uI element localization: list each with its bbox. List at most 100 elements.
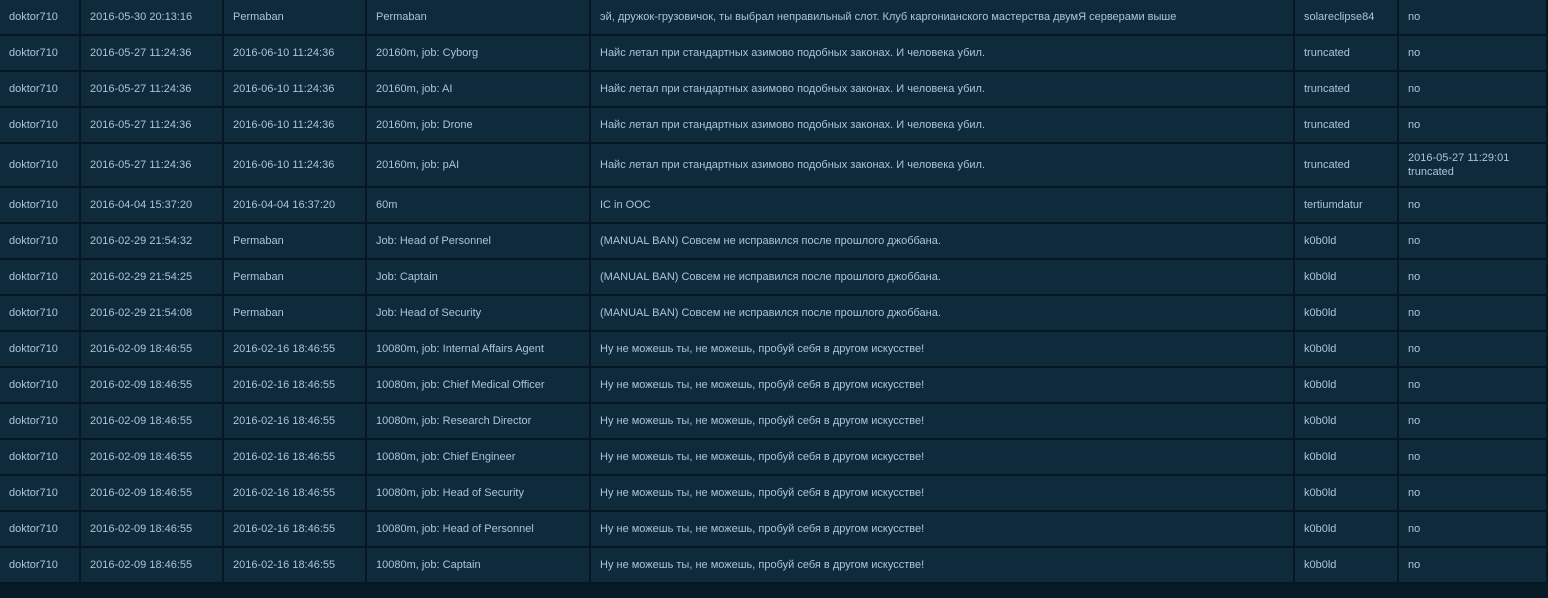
ckey-cell: doktor710 xyxy=(0,108,81,144)
bantime-cell: 2016-02-29 21:54:25 xyxy=(81,260,224,296)
ckey-cell: doktor710 xyxy=(0,440,81,476)
admin-cell: truncated xyxy=(1295,108,1399,144)
ban-type-cell: Permaban xyxy=(367,0,591,36)
ban-type-cell: 10080m, job: Research Director xyxy=(367,404,591,440)
table-row: doktor710 2016-02-09 18:46:55 2016-02-16… xyxy=(0,548,1548,584)
table-row: doktor710 2016-05-27 11:24:36 2016-06-10… xyxy=(0,72,1548,108)
expires-cell: 2016-02-16 18:46:55 xyxy=(224,404,367,440)
reason-cell: Найс летал при стандартных азимово подоб… xyxy=(591,36,1295,72)
ckey-cell: doktor710 xyxy=(0,476,81,512)
ckey-cell: doktor710 xyxy=(0,332,81,368)
table-row: doktor710 2016-02-29 21:54:32 Permaban J… xyxy=(0,224,1548,260)
bantime-cell: 2016-02-09 18:46:55 xyxy=(81,548,224,584)
reason-cell: Ну не можешь ты, не можешь, пробуй себя … xyxy=(591,440,1295,476)
table-row: doktor710 2016-02-09 18:46:55 2016-02-16… xyxy=(0,440,1548,476)
admin-cell: k0b0ld xyxy=(1295,404,1399,440)
ckey-cell: doktor710 xyxy=(0,0,81,36)
bantime-cell: 2016-05-27 11:24:36 xyxy=(81,36,224,72)
table-row: doktor710 2016-05-30 20:13:16 Permaban P… xyxy=(0,0,1548,36)
admin-cell: k0b0ld xyxy=(1295,512,1399,548)
bantime-cell: 2016-05-27 11:24:36 xyxy=(81,72,224,108)
ban-type-cell: 10080m, job: Chief Medical Officer xyxy=(367,368,591,404)
ckey-cell: doktor710 xyxy=(0,260,81,296)
bantime-cell: 2016-05-27 11:24:36 xyxy=(81,108,224,144)
admin-cell: truncated xyxy=(1295,72,1399,108)
ckey-cell: doktor710 xyxy=(0,368,81,404)
reason-cell: Ну не можешь ты, не можешь, пробуй себя … xyxy=(591,368,1295,404)
reason-cell: Ну не можешь ты, не можешь, пробуй себя … xyxy=(591,404,1295,440)
admin-cell: k0b0ld xyxy=(1295,368,1399,404)
unbanned-cell: no xyxy=(1399,404,1548,440)
ckey-cell: doktor710 xyxy=(0,72,81,108)
table-row: doktor710 2016-02-29 21:54:08 Permaban J… xyxy=(0,296,1548,332)
expires-cell: Permaban xyxy=(224,296,367,332)
table-row: doktor710 2016-02-09 18:46:55 2016-02-16… xyxy=(0,404,1548,440)
bantime-cell: 2016-02-09 18:46:55 xyxy=(81,512,224,548)
ckey-cell: doktor710 xyxy=(0,224,81,260)
ban-type-cell: 20160m, job: pAI xyxy=(367,144,591,188)
expires-cell: Permaban xyxy=(224,224,367,260)
bantime-cell: 2016-02-09 18:46:55 xyxy=(81,368,224,404)
table-row: doktor710 2016-05-27 11:24:36 2016-06-10… xyxy=(0,108,1548,144)
table-row: doktor710 2016-05-27 11:24:36 2016-06-10… xyxy=(0,36,1548,72)
table-row: doktor710 2016-02-09 18:46:55 2016-02-16… xyxy=(0,512,1548,548)
reason-cell: Ну не можешь ты, не можешь, пробуй себя … xyxy=(591,548,1295,584)
unbanned-cell: no xyxy=(1399,224,1548,260)
ban-type-cell: 10080m, job: Internal Affairs Agent xyxy=(367,332,591,368)
ban-type-cell: Job: Head of Security xyxy=(367,296,591,332)
ban-type-cell: 20160m, job: AI xyxy=(367,72,591,108)
ban-type-cell: 20160m, job: Cyborg xyxy=(367,36,591,72)
ban-type-cell: 10080m, job: Captain xyxy=(367,548,591,584)
admin-cell: k0b0ld xyxy=(1295,548,1399,584)
ckey-cell: doktor710 xyxy=(0,296,81,332)
admin-cell: solareclipse84 xyxy=(1295,0,1399,36)
bantime-cell: 2016-02-29 21:54:08 xyxy=(81,296,224,332)
bantime-cell: 2016-05-27 11:24:36 xyxy=(81,144,224,188)
ban-list-table: doktor710 2016-05-30 20:13:16 Permaban P… xyxy=(0,0,1548,584)
expires-cell: Permaban xyxy=(224,260,367,296)
expires-cell: 2016-02-16 18:46:55 xyxy=(224,548,367,584)
admin-cell: k0b0ld xyxy=(1295,224,1399,260)
ban-type-cell: 10080m, job: Head of Security xyxy=(367,476,591,512)
expires-cell: 2016-06-10 11:24:36 xyxy=(224,72,367,108)
expires-cell: 2016-02-16 18:46:55 xyxy=(224,440,367,476)
unbanned-cell: no xyxy=(1399,260,1548,296)
unbanned-cell: no xyxy=(1399,512,1548,548)
bantime-cell: 2016-04-04 15:37:20 xyxy=(81,188,224,224)
table-row: doktor710 2016-02-09 18:46:55 2016-02-16… xyxy=(0,368,1548,404)
table-row: doktor710 2016-02-29 21:54:25 Permaban J… xyxy=(0,260,1548,296)
unbanned-cell: no xyxy=(1399,332,1548,368)
admin-cell: k0b0ld xyxy=(1295,332,1399,368)
admin-cell: tertiumdatur xyxy=(1295,188,1399,224)
ban-type-cell: 20160m, job: Drone xyxy=(367,108,591,144)
ban-type-cell: Job: Head of Personnel xyxy=(367,224,591,260)
expires-cell: 2016-06-10 11:24:36 xyxy=(224,144,367,188)
expires-cell: 2016-02-16 18:46:55 xyxy=(224,476,367,512)
reason-cell: (MANUAL BAN) Совсем не исправился после … xyxy=(591,224,1295,260)
reason-cell: Ну не можешь ты, не можешь, пробуй себя … xyxy=(591,476,1295,512)
unbanned-cell: no xyxy=(1399,476,1548,512)
unbanned-cell: no xyxy=(1399,108,1548,144)
ckey-cell: doktor710 xyxy=(0,36,81,72)
unbanned-cell: no xyxy=(1399,296,1548,332)
ckey-cell: doktor710 xyxy=(0,144,81,188)
reason-cell: Найс летал при стандартных азимово подоб… xyxy=(591,144,1295,188)
ban-list-body: doktor710 2016-05-30 20:13:16 Permaban P… xyxy=(0,0,1548,584)
unbanned-cell: no xyxy=(1399,368,1548,404)
admin-cell: k0b0ld xyxy=(1295,296,1399,332)
bantime-cell: 2016-02-29 21:54:32 xyxy=(81,224,224,260)
reason-cell: IC in OOC xyxy=(591,188,1295,224)
table-row: doktor710 2016-02-09 18:46:55 2016-02-16… xyxy=(0,332,1548,368)
ckey-cell: doktor710 xyxy=(0,404,81,440)
expires-cell: 2016-06-10 11:24:36 xyxy=(224,36,367,72)
expires-cell: 2016-02-16 18:46:55 xyxy=(224,368,367,404)
reason-cell: (MANUAL BAN) Совсем не исправился после … xyxy=(591,260,1295,296)
reason-cell: эй, дружок-грузовичок, ты выбрал неправи… xyxy=(591,0,1295,36)
ckey-cell: doktor710 xyxy=(0,188,81,224)
bantime-cell: 2016-02-09 18:46:55 xyxy=(81,332,224,368)
unbanned-cell: no xyxy=(1399,72,1548,108)
unbanned-cell: no xyxy=(1399,0,1548,36)
expires-cell: 2016-02-16 18:46:55 xyxy=(224,512,367,548)
bantime-cell: 2016-02-09 18:46:55 xyxy=(81,476,224,512)
reason-cell: Ну не можешь ты, не можешь, пробуй себя … xyxy=(591,512,1295,548)
